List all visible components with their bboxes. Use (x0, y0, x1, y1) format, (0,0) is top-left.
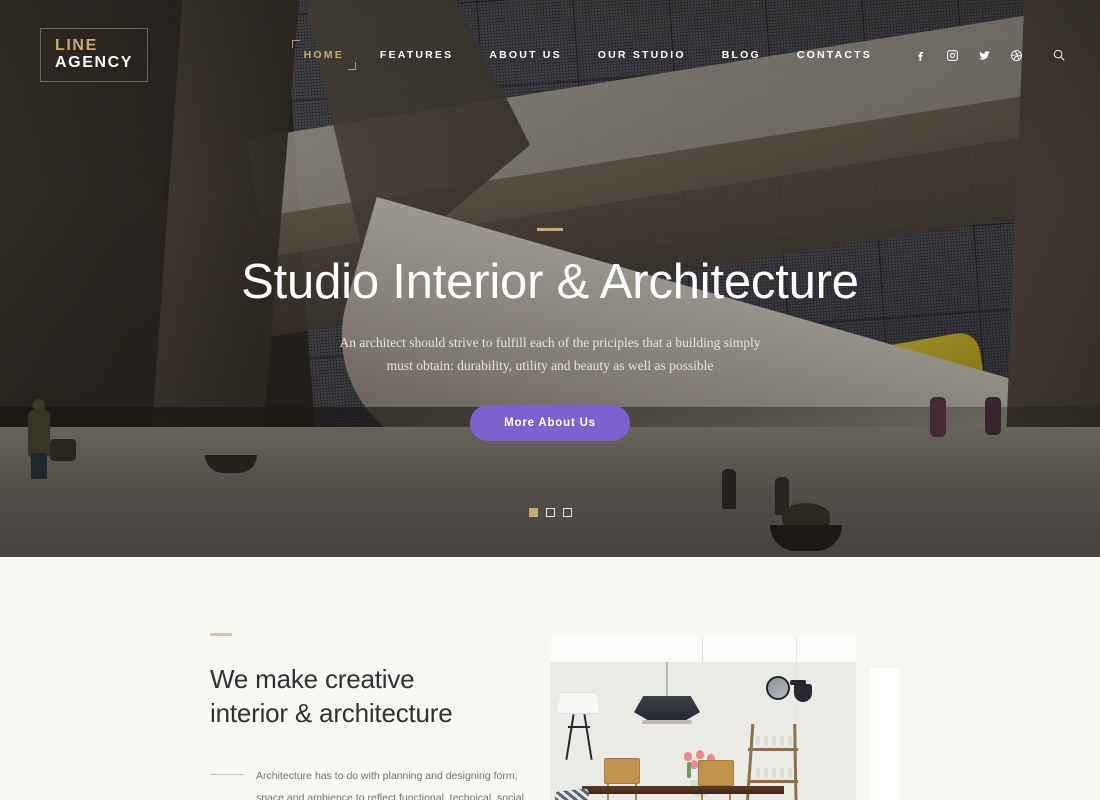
dining-table (582, 786, 784, 794)
image-white-card (870, 668, 900, 800)
ceiling (550, 638, 856, 662)
hero-divider (537, 228, 563, 231)
search-icon[interactable] (1048, 44, 1070, 66)
body-rule (210, 773, 244, 775)
hero-title: Studio Interior & Architecture (241, 255, 859, 309)
hero-subtitle-line-1: An architect should strive to fulfill ea… (339, 334, 761, 350)
round-mirror (766, 676, 790, 700)
twitter-icon[interactable] (973, 44, 995, 66)
dining-chair (698, 760, 734, 800)
nav-item-our-studio[interactable]: OUR STUDIO (580, 41, 704, 69)
about-text-column: We make creative interior & architecture… (210, 633, 530, 800)
site-header: LINE AGENCY HOME FEATURES ABOUT US OUR S… (0, 0, 1100, 110)
main-navigation: HOME FEATURES ABOUT US OUR STUDIO BLOG C… (286, 40, 1070, 70)
interior-photo (550, 638, 856, 800)
wall-seam (702, 638, 703, 662)
nav-item-blog[interactable]: BLOG (704, 41, 779, 69)
nav-item-features[interactable]: FEATURES (362, 41, 471, 69)
about-image-panel (550, 638, 900, 800)
about-section: We make creative interior & architecture… (0, 557, 1100, 800)
hero-subtitle: An architect should strive to fulfill ea… (339, 331, 760, 377)
social-links (904, 44, 1032, 66)
more-about-us-button[interactable]: More About Us (470, 405, 630, 442)
section-title-line-2: interior & architecture (210, 698, 453, 729)
dribbble-icon[interactable] (1005, 44, 1027, 66)
section-title: We make creative interior & architecture (210, 662, 530, 731)
nav-item-contacts[interactable]: CONTACTS (779, 41, 890, 69)
floor-lamp-crossbar (568, 726, 590, 728)
floor-lamp-legs (568, 714, 590, 760)
about-body-row: Architecture has to do with planning and… (210, 765, 530, 800)
about-body-text: Architecture has to do with planning and… (256, 769, 527, 800)
hero-subtitle-line-2: must obtain: durability, utility and bea… (386, 358, 714, 374)
instagram-icon[interactable] (941, 44, 963, 66)
floor-lamp-shade (556, 692, 600, 714)
nav-item-about-us[interactable]: ABOUT US (471, 41, 579, 69)
section-title-line-1: We make creative (210, 664, 415, 694)
section-divider (210, 633, 232, 636)
logo-line-text: LINE (55, 36, 98, 54)
wall-lamp (794, 684, 812, 702)
pendant-lamp-rim (642, 720, 692, 724)
facebook-icon[interactable] (909, 44, 931, 66)
nav-item-home[interactable]: HOME (286, 40, 362, 70)
logo-agency-text: AGENCY (55, 53, 134, 71)
pendant-cord (666, 662, 668, 698)
hero-section: LINE AGENCY HOME FEATURES ABOUT US OUR S… (0, 0, 1100, 557)
logo[interactable]: LINE AGENCY (40, 27, 149, 83)
